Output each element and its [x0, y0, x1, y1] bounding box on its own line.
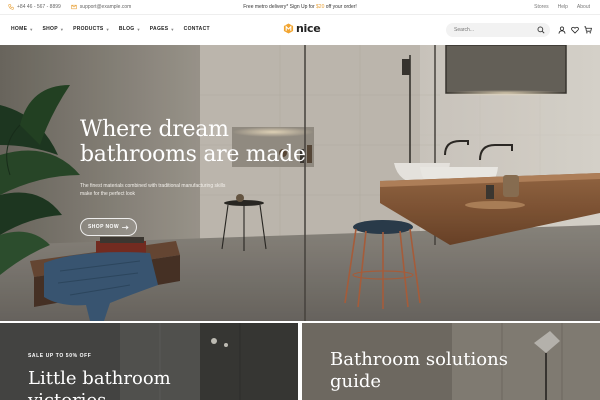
top-utility-bar: +84 46 - 567 - 8899 support@example.com …	[0, 0, 600, 14]
nav-label-shop: SHOP	[42, 26, 58, 32]
promo-card-title: Little bathroom victories	[28, 368, 171, 400]
promo-card-title: Bathroom solutions guide	[330, 349, 508, 392]
hero-title: Where dream bathrooms are made	[80, 117, 306, 167]
chevron-down-icon: ▼	[29, 26, 34, 32]
nav-item-home[interactable]: HOME ▼	[11, 26, 33, 32]
promo-suffix: off your order!	[324, 4, 357, 10]
chevron-down-icon: ▼	[136, 26, 141, 32]
nav-label-contact: CONTACT	[183, 26, 210, 32]
promo-prefix: Free metro delivery* Sign Up for	[243, 4, 317, 10]
logo-mark-icon	[283, 23, 294, 34]
link-help[interactable]: Help	[558, 4, 568, 10]
shop-now-button[interactable]: SHOP NOW	[80, 218, 137, 236]
promo-eyebrow: SALE UP TO 50% OFF	[28, 353, 92, 359]
utility-links: Stores Help About	[534, 4, 590, 10]
search-input[interactable]	[454, 27, 534, 33]
logo-text: nice	[296, 22, 321, 35]
nav-label-products: PRODUCTS	[73, 26, 104, 32]
nav-item-contact[interactable]: CONTACT	[184, 26, 210, 32]
search-box	[446, 23, 550, 37]
hero-banner: Where dream bathrooms are made The fines…	[0, 45, 600, 321]
nav-label-pages: PAGES	[149, 26, 169, 32]
chevron-down-icon: ▼	[170, 26, 175, 32]
nav-item-products[interactable]: PRODUCTS ▼	[73, 26, 110, 32]
user-icon[interactable]	[558, 26, 566, 34]
main-header: HOME ▼ SHOP ▼ PRODUCTS ▼ BLOG ▼ PAGES ▼ CONTA…	[0, 15, 600, 45]
main-nav: HOME ▼ SHOP ▼ PRODUCTS ▼ BLOG ▼ PAGES ▼ CONTA…	[11, 26, 210, 32]
hero-subtitle: The finest materials combined with tradi…	[80, 183, 226, 197]
heart-icon[interactable]	[571, 26, 579, 34]
cart-icon[interactable]	[584, 26, 592, 34]
arrow-right-icon	[121, 224, 129, 230]
link-about[interactable]: About	[577, 4, 590, 10]
site-logo[interactable]: nice	[283, 22, 321, 35]
nav-item-shop[interactable]: SHOP ▼	[42, 26, 64, 32]
nav-label-blog: BLOG	[118, 26, 135, 32]
chevron-down-icon: ▼	[105, 26, 110, 32]
header-actions	[558, 26, 592, 34]
promo-card-little-bathroom[interactable]: SALE UP TO 50% OFF Little bathroom victo…	[0, 323, 298, 400]
promo-card-solutions-guide[interactable]: Bathroom solutions guide	[302, 323, 600, 400]
shop-now-label: SHOP NOW	[88, 224, 119, 230]
nav-label-home: HOME	[11, 26, 28, 32]
link-stores[interactable]: Stores	[534, 4, 548, 10]
promo-message: Free metro delivery* Sign Up for $20 off…	[0, 4, 600, 10]
nav-item-pages[interactable]: PAGES ▼	[150, 26, 175, 32]
search-icon[interactable]	[537, 26, 545, 34]
nav-item-blog[interactable]: BLOG ▼	[119, 26, 141, 32]
chevron-down-icon: ▼	[59, 26, 65, 32]
